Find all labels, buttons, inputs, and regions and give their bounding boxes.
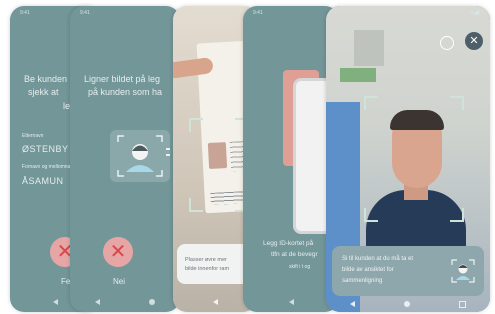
instruction-line-3: le (63, 101, 71, 111)
instruction-line-2: bilde innenfor ram (185, 266, 230, 272)
back-icon[interactable] (52, 299, 58, 305)
no-button[interactable]: ✕ (103, 237, 133, 267)
background-panel (354, 30, 384, 66)
back-icon[interactable] (288, 299, 294, 305)
no-label: Nei (113, 277, 126, 286)
surname-value: ØSTENBY (22, 144, 69, 154)
scan-frame (189, 118, 249, 212)
face-frame-corner (364, 208, 378, 222)
given-name-label: Fornavn og mellomnavn (22, 164, 76, 170)
screen-face-capture: ▾◢▮ ✕ Si til kunden at du må ta et bilde… (326, 6, 490, 312)
nfc-instruction-line-1: Legg ID-kortet på (263, 240, 314, 247)
question-line-2: på kunden som ha (88, 87, 163, 97)
home-icon[interactable] (149, 299, 156, 305)
face-frame-corner (450, 208, 464, 222)
recent-apps-icon[interactable] (458, 300, 466, 308)
face-scan-icon (451, 259, 475, 283)
face-frame-corner (364, 96, 378, 110)
system-nav-bar (326, 296, 490, 312)
face-frame-corner (450, 96, 464, 110)
back-icon[interactable] (94, 299, 100, 305)
system-nav-bar (243, 292, 339, 312)
status-icons: ▾◢▮ (470, 10, 480, 16)
nfc-instruction-line-2: tlfn at de bevegr (271, 251, 318, 258)
status-time: 9:41 (80, 10, 90, 16)
background-sign (340, 68, 376, 82)
face-frame (364, 96, 464, 222)
settings-circle-icon[interactable] (440, 36, 454, 50)
surname-label: Etternavn (22, 133, 44, 139)
screen-nfc-read: 9:41 Legg ID-kortet på tlfn at de bevegr… (243, 6, 339, 312)
instruction-line-1: Plasser øvre mer (185, 257, 227, 263)
instruction-card: Si til kunden at du må ta et bilde av an… (332, 246, 484, 296)
back-icon[interactable] (350, 301, 356, 307)
face-compare-illustration (110, 130, 172, 182)
close-icon: ✕ (109, 241, 127, 263)
scan-frame-corner (189, 118, 203, 132)
home-icon[interactable] (403, 301, 410, 307)
status-time: 9:41 (20, 10, 30, 16)
status-time: 9:41 (253, 10, 263, 16)
back-icon[interactable] (212, 299, 218, 305)
instruction-line-1: Si til kunden at du må ta et (342, 256, 414, 262)
close-icon[interactable]: ✕ (465, 32, 483, 50)
instruction-line-2: sjekk at (28, 87, 59, 97)
given-name-value: ÅSAMUN (22, 176, 64, 186)
question-line-1: Ligner bildet på leg (84, 74, 161, 84)
scan-frame-corner (189, 198, 203, 212)
instruction-line-1: Be kunden (24, 74, 68, 84)
nfc-instruction-line-3: skift i t og (289, 264, 311, 270)
system-nav-bar (70, 292, 180, 312)
face-scan-icon (117, 135, 172, 177)
screen-compare-photo: 9:41 Ligner bildet på leg på kunden som … (70, 6, 180, 312)
instruction-line-3: sammenligning (342, 278, 383, 284)
instruction-line-2: bilde av ansiktet for (342, 267, 394, 273)
